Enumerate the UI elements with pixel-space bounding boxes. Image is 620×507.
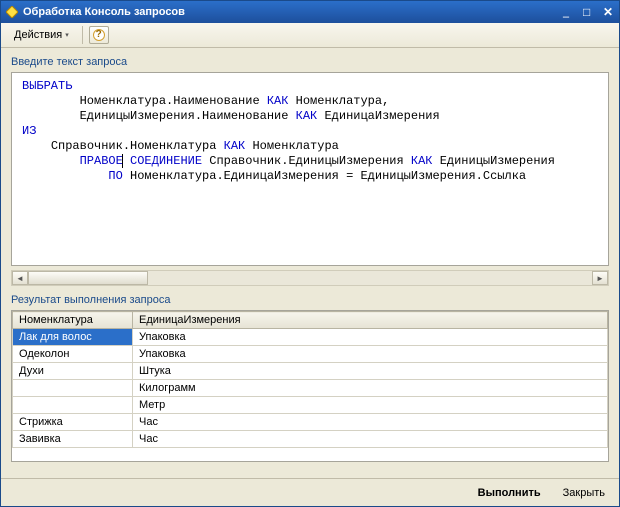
keyword-token: КАК	[296, 109, 318, 123]
table-cell: Упаковка	[133, 329, 608, 346]
text-token: ЕдиницыИзмерения.Наименование	[80, 109, 296, 123]
scroll-left-button[interactable]: ◄	[12, 271, 28, 285]
table-row[interactable]: Килограмм	[13, 380, 608, 397]
text-token: Номенклатура.Наименование	[80, 94, 267, 108]
query-section-label: Введите текст запроса	[11, 56, 609, 68]
text-token: ЕдиницаИзмерения	[317, 109, 439, 123]
table-row[interactable]: Лак для волосУпаковка	[13, 329, 608, 346]
table-cell: Завивка	[13, 431, 133, 448]
keyword-token: КАК	[411, 154, 433, 168]
table-row[interactable]: ЗавивкаЧас	[13, 431, 608, 448]
query-text-area[interactable]: ВЫБРАТЬ Номенклатура.Наименование КАК Но…	[11, 72, 609, 266]
table-cell	[13, 380, 133, 397]
help-button[interactable]: ?	[89, 26, 109, 44]
column-header[interactable]: ЕдиницаИзмерения	[133, 312, 608, 329]
text-token: Номенклатура.ЕдиницаИзмерения = ЕдиницыИ…	[123, 169, 526, 183]
scrollbar-track[interactable]: ◄ ►	[11, 270, 609, 286]
titlebar: Обработка Консоль запросов _ □ ✕	[1, 1, 619, 23]
close-footer-button[interactable]: Закрыть	[559, 485, 609, 501]
keyword-token: ВЫБРАТЬ	[22, 79, 72, 93]
table-cell: Штука	[133, 363, 608, 380]
execute-button[interactable]: Выполнить	[474, 485, 545, 501]
table-row[interactable]: ДухиШтука	[13, 363, 608, 380]
chevron-down-icon: ▾	[65, 31, 69, 39]
table-cell: Упаковка	[133, 346, 608, 363]
text-token: Справочник.ЕдиницыИзмерения	[202, 154, 411, 168]
scrollbar-thumb[interactable]	[28, 271, 148, 285]
maximize-button[interactable]: □	[577, 5, 595, 20]
table-row[interactable]: Метр	[13, 397, 608, 414]
table-row[interactable]: СтрижкаЧас	[13, 414, 608, 431]
table-cell: Стрижка	[13, 414, 133, 431]
toolbar: Действия ▾ ?	[1, 23, 619, 48]
table-cell: Лак для волос	[13, 329, 133, 346]
table-cell: Час	[133, 431, 608, 448]
scroll-right-button[interactable]: ►	[592, 271, 608, 285]
footer-bar: Выполнить Закрыть	[1, 478, 619, 506]
table-cell: Духи	[13, 363, 133, 380]
text-token: Справочник.Номенклатура	[51, 139, 224, 153]
result-table-container: НоменклатураЕдиницаИзмерения Лак для вол…	[11, 310, 609, 462]
window-controls: _ □ ✕	[557, 5, 615, 20]
column-header[interactable]: Номенклатура	[13, 312, 133, 329]
table-row[interactable]: ОдеколонУпаковка	[13, 346, 608, 363]
actions-menu-button[interactable]: Действия ▾	[7, 26, 76, 44]
text-token: Номенклатура,	[288, 94, 389, 108]
text-token: Номенклатура	[245, 139, 339, 153]
window-title: Обработка Консоль запросов	[23, 6, 557, 18]
text-token: ЕдиницыИзмерения	[433, 154, 555, 168]
app-icon	[5, 5, 19, 19]
toolbar-separator	[82, 26, 83, 44]
horizontal-scrollbar[interactable]: ◄ ►	[11, 270, 609, 286]
content-area: Введите текст запроса ВЫБРАТЬ Номенклату…	[1, 48, 619, 466]
result-section-label: Результат выполнения запроса	[11, 294, 609, 306]
table-cell: Метр	[133, 397, 608, 414]
minimize-button[interactable]: _	[557, 5, 575, 20]
table-cell: Час	[133, 414, 608, 431]
help-icon: ?	[93, 29, 105, 41]
close-button[interactable]: ✕	[597, 5, 615, 20]
keyword-token: СОЕДИНЕНИЕ	[130, 154, 202, 168]
table-cell: Килограмм	[133, 380, 608, 397]
keyword-token: КАК	[224, 139, 246, 153]
keyword-token: ПО	[108, 169, 122, 183]
keyword-token: КАК	[267, 94, 289, 108]
actions-menu-label: Действия	[14, 29, 62, 41]
keyword-token: ИЗ	[22, 124, 36, 138]
result-table: НоменклатураЕдиницаИзмерения Лак для вол…	[12, 311, 608, 448]
table-cell	[13, 397, 133, 414]
text-token	[123, 154, 130, 168]
keyword-token: ПРАВОЕ	[80, 154, 123, 168]
table-cell: Одеколон	[13, 346, 133, 363]
